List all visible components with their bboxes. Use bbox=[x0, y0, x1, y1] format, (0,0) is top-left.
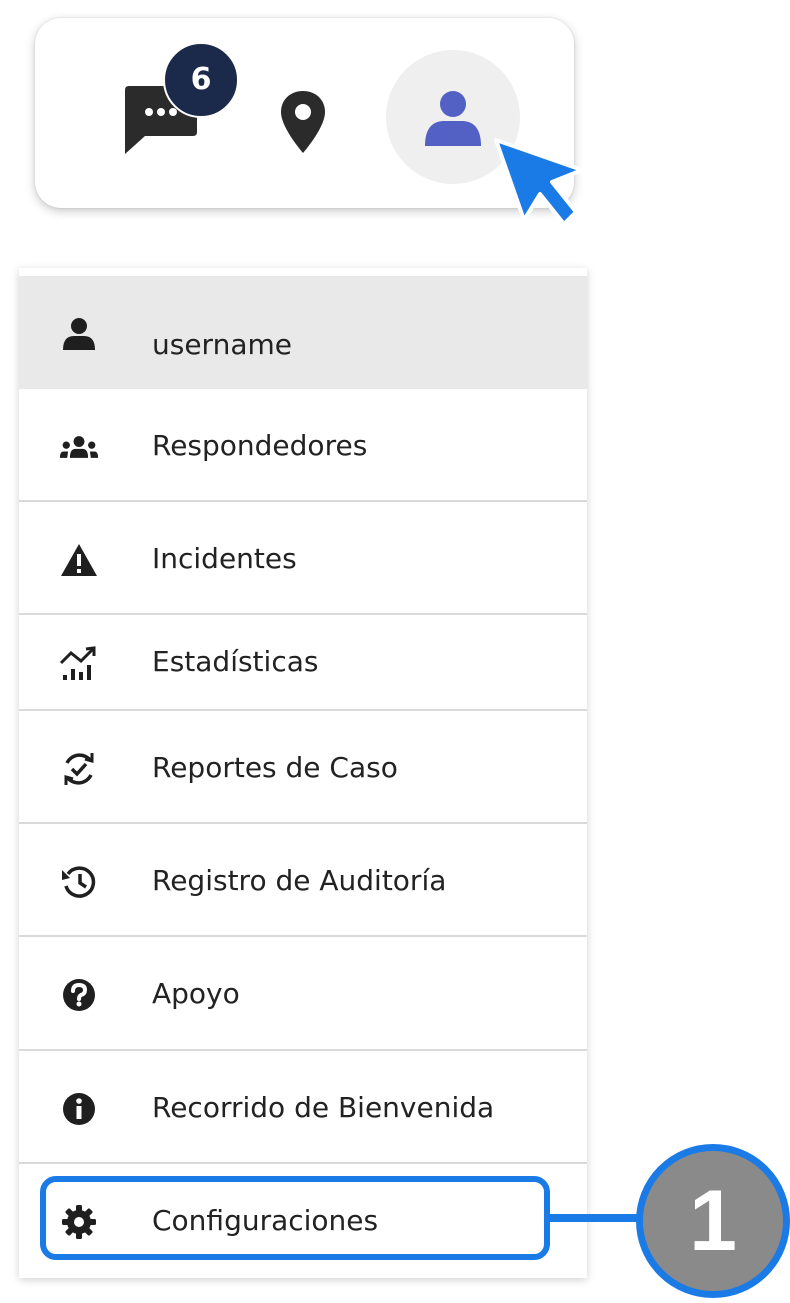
sync-check-icon bbox=[59, 749, 99, 789]
pointer-cursor-icon bbox=[494, 138, 584, 226]
menu-item-label: Estadísticas bbox=[152, 645, 319, 678]
menu-item-label: Incidentes bbox=[152, 542, 297, 575]
menu-item-audit-log[interactable]: Registro de Auditoría bbox=[19, 824, 587, 937]
menu-item-responders[interactable]: Respondedores bbox=[19, 389, 587, 502]
callout-connector bbox=[550, 1214, 646, 1222]
users-group-icon bbox=[59, 427, 99, 467]
menu-item-username[interactable]: username bbox=[19, 276, 587, 389]
menu-item-statistics[interactable]: Estadísticas bbox=[19, 615, 587, 711]
question-circle-icon bbox=[59, 975, 99, 1015]
menu-item-label: Reportes de Caso bbox=[152, 751, 398, 784]
unread-count-badge: 6 bbox=[163, 42, 239, 118]
user-icon bbox=[59, 314, 99, 354]
menu-item-incidents[interactable]: Incidentes bbox=[19, 502, 587, 615]
profile-dropdown-menu: username Respondedores Incidentes Estadí… bbox=[19, 268, 587, 1278]
menu-top-strip bbox=[19, 268, 587, 276]
history-icon bbox=[59, 862, 99, 902]
menu-item-case-reports[interactable]: Reportes de Caso bbox=[19, 711, 587, 824]
step-number-badge: 1 bbox=[636, 1144, 790, 1298]
warning-triangle-icon bbox=[59, 540, 99, 580]
menu-item-label: Recorrido de Bienvenida bbox=[152, 1091, 495, 1124]
menu-item-welcome-tour[interactable]: Recorrido de Bienvenida bbox=[19, 1051, 587, 1164]
menu-item-label: Apoyo bbox=[152, 977, 240, 1010]
menu-item-support[interactable]: Apoyo bbox=[19, 937, 587, 1051]
chart-growth-icon bbox=[59, 643, 99, 683]
map-pin-icon bbox=[281, 91, 325, 153]
location-button[interactable] bbox=[278, 89, 328, 155]
menu-item-label: Registro de Auditoría bbox=[152, 864, 447, 897]
menu-item-label: Respondedores bbox=[152, 429, 368, 462]
info-circle-icon bbox=[59, 1089, 99, 1129]
menu-item-label: username bbox=[152, 328, 292, 361]
user-icon bbox=[425, 91, 481, 146]
settings-highlight-box bbox=[40, 1176, 550, 1260]
